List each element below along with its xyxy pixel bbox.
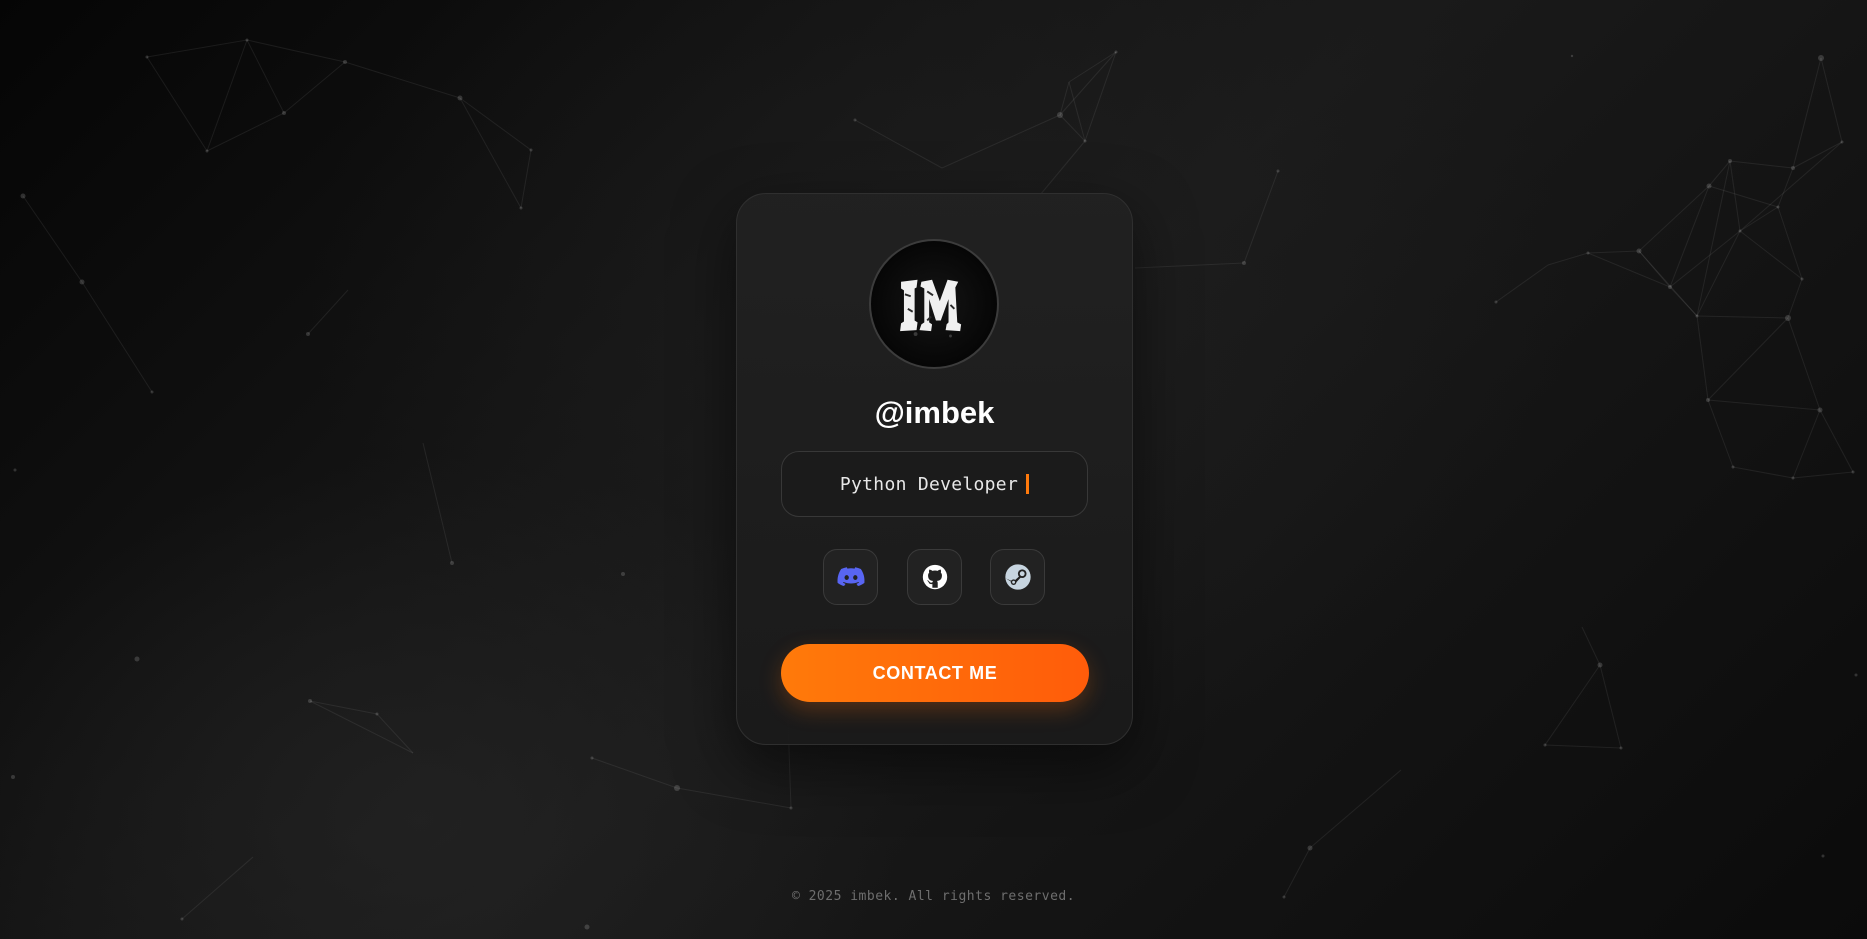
steam-link-button[interactable] <box>990 549 1045 605</box>
social-links <box>737 549 1132 605</box>
discord-icon <box>837 567 864 586</box>
github-icon <box>922 564 947 590</box>
im-monogram-logo-icon <box>900 279 962 338</box>
discord-link-button[interactable] <box>823 549 878 605</box>
avatar <box>869 239 999 369</box>
page-background: @imbek Python Developer CONTACT ME © 202… <box>0 0 1867 939</box>
role-text: Python Developer <box>839 473 1019 495</box>
username-heading: @imbek <box>874 395 995 430</box>
github-link-button[interactable] <box>907 549 962 605</box>
contact-me-button[interactable]: CONTACT ME <box>781 644 1089 702</box>
steam-icon <box>1004 564 1031 590</box>
role-badge: Python Developer <box>781 451 1088 517</box>
profile-card: @imbek Python Developer CONTACT ME <box>736 193 1133 745</box>
footer-copyright: © 2025 imbek. All rights reserved. <box>791 889 1076 904</box>
typing-cursor <box>1026 474 1030 494</box>
